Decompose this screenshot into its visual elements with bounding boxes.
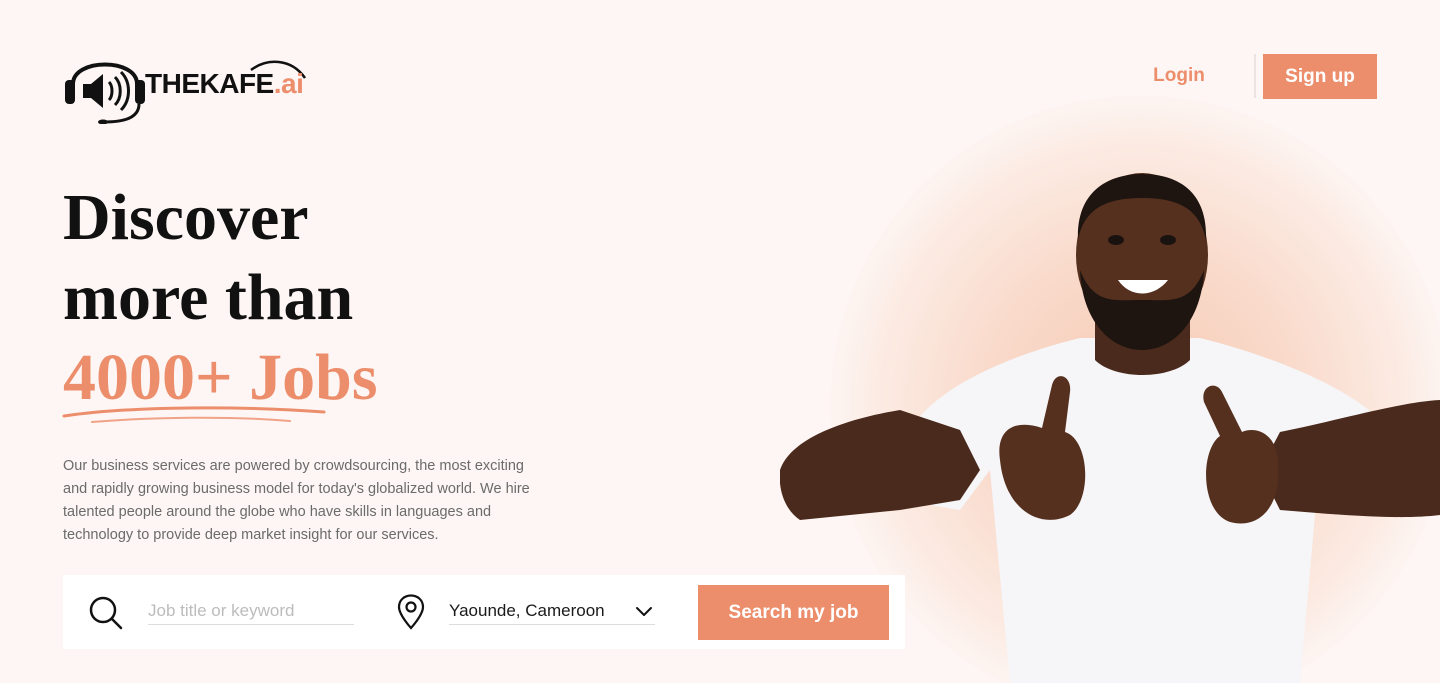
brand-name: THEKAFE (145, 68, 274, 99)
hero-description: Our business services are powered by cro… (63, 458, 530, 543)
signup-button[interactable]: Sign up (1263, 54, 1377, 99)
headline-underline-icon (62, 406, 326, 423)
header-divider (1254, 54, 1256, 98)
login-button[interactable]: Login (1130, 54, 1228, 98)
headline-line-1: Discover (63, 181, 309, 254)
brand-logo[interactable]: THEKAFE.ai (63, 44, 343, 124)
brand-suffix: .ai (273, 68, 304, 99)
brand-wordmark: THEKAFE.ai (145, 68, 304, 100)
chevron-down-icon (636, 606, 652, 616)
location-pin-icon (397, 594, 425, 630)
job-search-bar: Yaounde, Cameroon Search my job (63, 575, 905, 649)
headset-speaker-icon (65, 62, 145, 124)
location-select[interactable]: Yaounde, Cameroon (449, 597, 655, 625)
search-icon (89, 596, 123, 630)
hero-headline: Discover more than 4000+ Jobs (63, 178, 378, 418)
headline-line-2: more than (63, 261, 354, 334)
location-value: Yaounde, Cameroon (449, 600, 605, 620)
search-my-job-button[interactable]: Search my job (698, 585, 889, 640)
keyword-input[interactable] (148, 597, 354, 625)
